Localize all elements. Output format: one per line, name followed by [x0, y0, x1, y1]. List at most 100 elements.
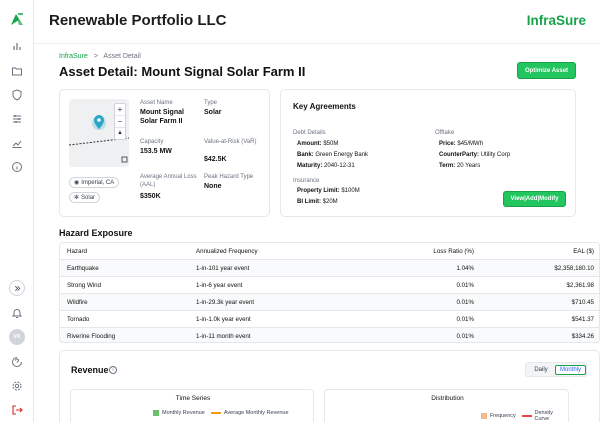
company-name: Renewable Portfolio LLC: [49, 12, 227, 29]
bell-icon[interactable]: [10, 306, 24, 320]
col-loss-ratio[interactable]: Loss Ratio (%): [433, 248, 474, 255]
pin-icon: ◉: [74, 180, 80, 186]
eal-cell: $541.37: [571, 316, 594, 323]
offtake-term-key: Term:: [439, 163, 456, 169]
key-agreements-title: Key Agreements: [293, 102, 356, 111]
offtake-price: Price: $45/MWh: [439, 141, 483, 147]
debt-bank-value: Green Energy Bank: [315, 152, 369, 158]
hazard-cell: Tornado: [67, 316, 90, 323]
debt-bank-key: Bank:: [297, 152, 314, 158]
distribution-legend: Frequency Density Curve: [481, 410, 568, 422]
compass-icon[interactable]: ▲: [115, 127, 125, 139]
info-icon[interactable]: [10, 160, 24, 174]
var-label: Value-at-Risk (VaR): [204, 139, 257, 145]
brand-name[interactable]: InfraSure: [527, 13, 586, 28]
hazard-cell: Wildfire: [67, 299, 88, 306]
breadcrumb-root[interactable]: InfraSure: [59, 53, 88, 60]
top-header: Renewable Portfolio LLC InfraSure: [34, 0, 600, 44]
loss-ratio-cell: 0.01%: [456, 299, 474, 306]
asset-name-label: Asset Name: [140, 100, 173, 106]
main-content: InfraSure > Asset Detail Asset Detail: M…: [34, 44, 600, 422]
shield-icon[interactable]: [10, 88, 24, 102]
insurance-title: Insurance: [293, 178, 320, 184]
frequency-cell: 1-in-11 month event: [196, 333, 251, 340]
average-revenue-swatch: [210, 412, 221, 414]
eal-cell: $2,358,180.10: [554, 265, 594, 272]
legend-density-curve: Density Curve: [534, 410, 553, 422]
location-chip-label: Imperial, CA: [81, 179, 115, 186]
debt-amount-key: Amount:: [297, 141, 322, 147]
col-hazard[interactable]: Hazard: [67, 248, 87, 255]
eal-cell: $2,361.98: [566, 282, 594, 289]
frequency-cell: 1-in-6 year event: [196, 282, 243, 289]
location-chip[interactable]: ◉ Imperial, CA: [69, 177, 120, 188]
loss-ratio-cell: 0.01%: [456, 333, 474, 340]
breadcrumb: InfraSure > Asset Detail: [59, 53, 141, 60]
capacity-value: 153.5 MW: [140, 148, 172, 155]
bi-limit-key: BI Limit:: [297, 199, 321, 205]
zoom-out-icon[interactable]: −: [115, 115, 125, 127]
revenue-title: Revenue: [71, 365, 109, 375]
type-value: Solar: [204, 109, 222, 116]
aal-value: $350K: [140, 193, 161, 200]
hazard-cell: Strong Wind: [67, 282, 102, 289]
col-frequency[interactable]: Annualized Frequency: [196, 248, 258, 255]
table-row[interactable]: Strong Wind 1-in-6 year event 0.01% $2,3…: [60, 277, 599, 294]
property-limit-value: $100M: [341, 188, 360, 194]
loss-ratio-cell: 0.01%: [456, 282, 474, 289]
avatar[interactable]: VK: [9, 329, 25, 345]
bi-limit-value: $20M: [322, 199, 338, 205]
distribution-panel: Distribution Frequency Density Curve: [324, 389, 569, 422]
peak-hazard-label: Peak Hazard Type: [204, 174, 254, 180]
col-eal[interactable]: EAL ($): [573, 248, 594, 255]
sun-icon: ✻: [74, 195, 80, 201]
type-label: Type: [204, 100, 218, 106]
sliders-icon[interactable]: [10, 112, 24, 126]
revenue-period-toggle: Daily Monthly: [525, 362, 587, 377]
aal-label: Average Annual Loss (AAL): [140, 174, 197, 188]
logout-icon[interactable]: [10, 403, 24, 417]
table-row[interactable]: Riverine Flooding 1-in-11 month event 0.…: [60, 328, 599, 342]
asset-card: + − ▲ ◉ Imperial, CA ✻ Solar Asset Name …: [59, 89, 270, 217]
view-add-modify-button[interactable]: View|Add|Modify: [503, 191, 566, 207]
eal-cell: $334.26: [571, 333, 594, 340]
logo-icon[interactable]: [9, 11, 25, 27]
zoom-in-icon[interactable]: +: [115, 104, 125, 115]
debt-bank: Bank: Green Energy Bank: [297, 152, 368, 158]
density-curve-swatch: [521, 415, 532, 417]
hazard-cell: Earthquake: [67, 265, 99, 272]
folder-icon[interactable]: [10, 64, 24, 78]
var-value: $42.5K: [204, 156, 227, 163]
insurance-property-limit: Property Limit: $100M: [297, 188, 360, 194]
settings-icon[interactable]: [10, 379, 24, 393]
map-zoom-controls: + − ▲: [114, 103, 126, 140]
debt-details-title: Debt Details: [293, 130, 326, 136]
legend-monthly-revenue: Monthly Revenue: [162, 410, 205, 416]
page-title: Asset Detail: Mount Signal Solar Farm II: [59, 64, 306, 79]
line-chart-icon[interactable]: [10, 136, 24, 150]
loss-ratio-cell: 1.04%: [456, 265, 474, 272]
offtake-price-value: $45/MWh: [457, 141, 484, 147]
peak-hazard-value: None: [204, 183, 222, 190]
type-chip-label: Solar: [81, 194, 96, 201]
table-row[interactable]: Wildfire 1-in-29.3k year event 0.01% $71…: [60, 294, 599, 311]
asset-map[interactable]: + − ▲: [69, 99, 129, 167]
time-series-legend: Monthly Revenue Average Monthly Revenue: [153, 410, 289, 416]
table-header-row: Hazard Annualized Frequency Loss Ratio (…: [60, 243, 599, 260]
optimize-asset-button[interactable]: Optimize Asset: [517, 62, 576, 79]
info-icon[interactable]: i: [109, 366, 117, 374]
type-chip[interactable]: ✻ Solar: [69, 192, 101, 203]
toggle-monthly[interactable]: Monthly: [555, 365, 586, 375]
offtake-term: Term: 20 Years: [439, 163, 480, 169]
expand-icon[interactable]: [9, 280, 25, 296]
help-icon[interactable]: [10, 355, 24, 369]
time-series-panel: Time Series Monthly Revenue Average Mont…: [70, 389, 314, 422]
table-row[interactable]: Tornado 1-in-1.0k year event 0.01% $541.…: [60, 311, 599, 328]
bar-chart-icon[interactable]: [10, 39, 24, 53]
table-row[interactable]: Earthquake 1-in-101 year event 1.04% $2,…: [60, 260, 599, 277]
debt-amount: Amount: $50M: [297, 141, 338, 147]
debt-amount-value: $50M: [323, 141, 339, 147]
toggle-daily[interactable]: Daily: [528, 365, 554, 375]
distribution-title: Distribution: [431, 395, 464, 402]
property-limit-key: Property Limit:: [297, 188, 340, 194]
